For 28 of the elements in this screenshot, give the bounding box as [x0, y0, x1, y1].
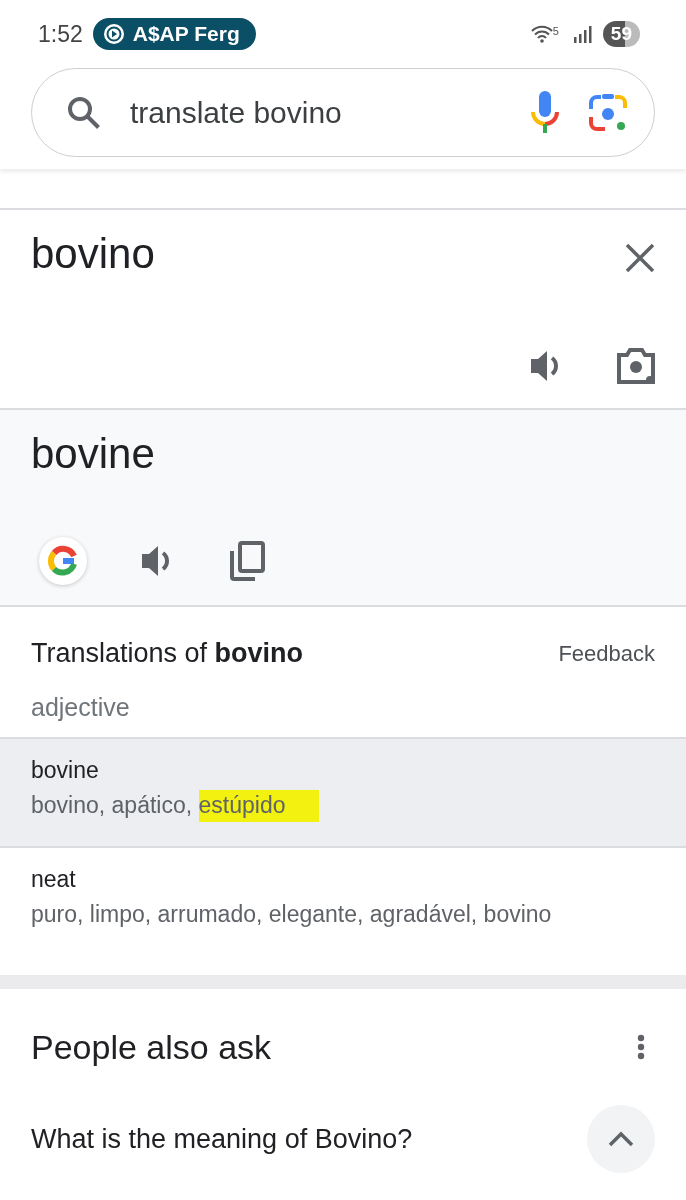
wifi-icon [530, 25, 553, 43]
google-logo-icon [46, 544, 80, 578]
translation-word: neat [31, 866, 77, 893]
close-icon[interactable] [624, 242, 656, 274]
status-time: 1:52 [38, 20, 83, 48]
wifi-generation-label: 5 [552, 25, 559, 37]
translation-row[interactable]: neat puro, limpo, arrumado, elegante, agradável, bovino [0, 846, 686, 953]
source-text: bovino [31, 230, 155, 278]
signal-icon [572, 25, 593, 43]
translation-word: bovine [31, 757, 100, 784]
question-text[interactable]: What is the meaning of Bovino? [31, 1123, 413, 1155]
translated-text: bovine [31, 430, 156, 478]
microphone-icon[interactable] [530, 89, 560, 136]
section-title: People also ask [31, 1027, 272, 1067]
copy-icon[interactable] [229, 541, 265, 581]
google-button[interactable] [39, 537, 87, 585]
media-chip[interactable]: A$AP Ferg [92, 18, 256, 50]
chevron-up-icon [608, 1131, 634, 1147]
camera-icon[interactable] [616, 347, 656, 385]
synonyms-text: bovino, apático, estúpido [31, 790, 320, 822]
section-title: Translations of bovino [31, 638, 304, 669]
translation-row[interactable]: bovine bovino, apático, estúpido [0, 739, 686, 846]
play-icon [102, 23, 125, 45]
search-icon[interactable] [66, 94, 102, 131]
synonyms-text: puro, limpo, arrumado, elegante, agradável, bovino [31, 901, 552, 927]
feedback-link[interactable]: Feedback [558, 640, 655, 667]
camera-icon[interactable] [588, 92, 628, 133]
more-options-icon[interactable] [637, 1034, 645, 1060]
